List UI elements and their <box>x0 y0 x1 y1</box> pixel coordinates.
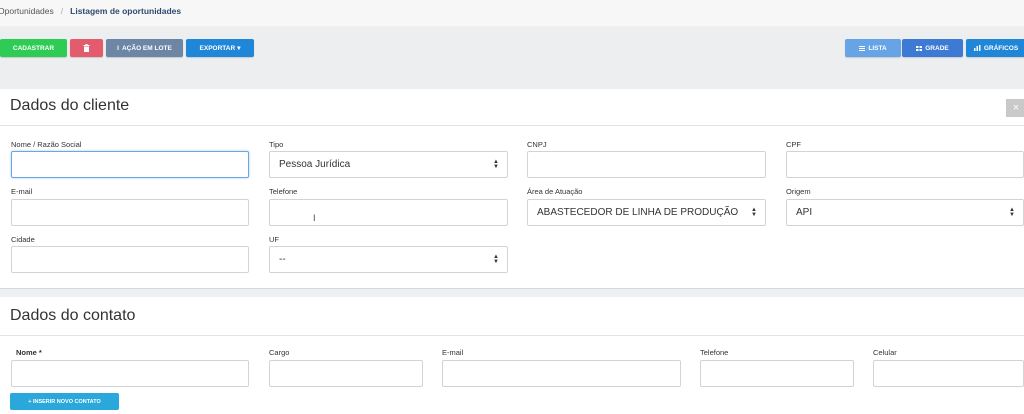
dados-cliente-title: Dados do cliente <box>10 97 130 114</box>
tipo-select[interactable]: Pessoa Jurídica ▲ ▼ <box>269 151 508 178</box>
uf-select[interactable]: -- ▲ ▼ <box>269 246 508 273</box>
nome-label: Nome / Razão Social <box>11 140 82 149</box>
panel-divider <box>0 125 1024 126</box>
contato-celular-input[interactable] <box>873 360 1024 387</box>
graficos-label: GRÁFICOS <box>983 44 1019 52</box>
uf-label: UF <box>269 235 279 244</box>
bar-chart-icon <box>973 45 981 51</box>
contato-cargo-input[interactable] <box>269 360 423 387</box>
toolbar: CADASTRAR I AÇÃO EM LOTE EXPORTAR ▾ LISTA … <box>0 27 1024 89</box>
select-arrows-icon: ▲ ▼ <box>493 254 499 265</box>
cadastrar-label: CADASTRAR <box>12 44 55 52</box>
view-graficos-button[interactable]: GRÁFICOS <box>966 39 1024 57</box>
breadcrumb-oportunidades[interactable]: Oportunidades <box>0 6 54 16</box>
view-lista-button[interactable]: LISTA <box>845 39 901 57</box>
select-arrows-icon: ▲ ▼ <box>493 159 499 170</box>
nome-razao-social-input[interactable] <box>11 151 249 178</box>
area-atuacao-label: Área de Atuação <box>527 187 583 196</box>
dados-contato-title: Dados do contato <box>10 307 136 324</box>
chevron-down-icon: ▾ <box>237 45 241 52</box>
acao-em-lote-button[interactable]: I AÇÃO EM LOTE <box>106 39 183 57</box>
acao-lote-icon: I <box>117 44 119 52</box>
origem-select[interactable]: API ▲ ▼ <box>786 199 1024 226</box>
exportar-button[interactable]: EXPORTAR ▾ <box>186 39 254 57</box>
text-cursor-icon: I <box>313 213 316 223</box>
dados-cliente-panel: Dados do cliente × Nome / Razão Social T… <box>0 89 1024 289</box>
contato-nome-input[interactable] <box>11 360 249 387</box>
contato-cargo-label: Cargo <box>269 348 290 357</box>
contato-email-input[interactable] <box>442 360 681 387</box>
contato-email-label: E-mail <box>442 348 464 357</box>
tipo-value: Pessoa Jurídica <box>279 159 351 170</box>
contato-celular-label: Celular <box>873 348 897 357</box>
breadcrumb: Oportunidades / Listagem de oportunidades <box>0 0 1024 26</box>
delete-button[interactable] <box>70 39 103 57</box>
exportar-label: EXPORTAR <box>199 44 236 52</box>
contato-telefone-input[interactable] <box>700 360 854 387</box>
breadcrumb-current: Listagem de oportunidades <box>70 6 182 16</box>
cadastrar-button[interactable]: CADASTRAR <box>0 39 67 57</box>
view-grade-button[interactable]: GRADE <box>902 39 963 57</box>
inserir-novo-contato-button[interactable]: + INSERIR NOVO CONTATO <box>10 393 119 410</box>
breadcrumb-separator: / <box>60 6 64 16</box>
cnpj-input[interactable] <box>527 151 766 178</box>
tipo-label: Tipo <box>269 140 284 149</box>
list-icon <box>859 45 866 51</box>
close-icon[interactable]: × <box>1006 99 1024 117</box>
select-arrows-icon: ▲ ▼ <box>751 207 757 218</box>
telefone-label: Telefone <box>269 187 298 196</box>
grade-label: GRADE <box>925 44 949 52</box>
cpf-input[interactable] <box>786 151 1024 178</box>
dados-contato-panel: Dados do contato Nome * Cargo E-mail Tel… <box>0 297 1024 414</box>
contato-telefone-label: Telefone <box>700 348 729 357</box>
trash-icon <box>83 44 90 52</box>
area-atuacao-value: ABASTECEDOR DE LINHA DE PRODUÇÃO <box>537 207 739 218</box>
contato-nome-label: Nome * <box>16 348 42 357</box>
panel-divider <box>0 335 1024 336</box>
origem-value: API <box>796 207 813 218</box>
acao-lote-label: AÇÃO EM LOTE <box>121 44 172 52</box>
select-arrows-icon: ▲ ▼ <box>1009 207 1015 218</box>
lista-label: LISTA <box>868 44 887 52</box>
email-label: E-mail <box>11 187 33 196</box>
cidade-input[interactable] <box>11 246 249 273</box>
grid-icon <box>916 45 923 51</box>
origem-label: Origem <box>786 187 811 196</box>
area-atuacao-select[interactable]: ABASTECEDOR DE LINHA DE PRODUÇÃO ▲ ▼ <box>527 199 766 226</box>
email-input[interactable] <box>11 199 249 226</box>
cidade-label: Cidade <box>11 235 35 244</box>
cnpj-label: CNPJ <box>527 140 547 149</box>
telefone-input[interactable] <box>269 199 508 226</box>
cpf-label: CPF <box>786 140 801 149</box>
uf-value: -- <box>279 254 286 265</box>
